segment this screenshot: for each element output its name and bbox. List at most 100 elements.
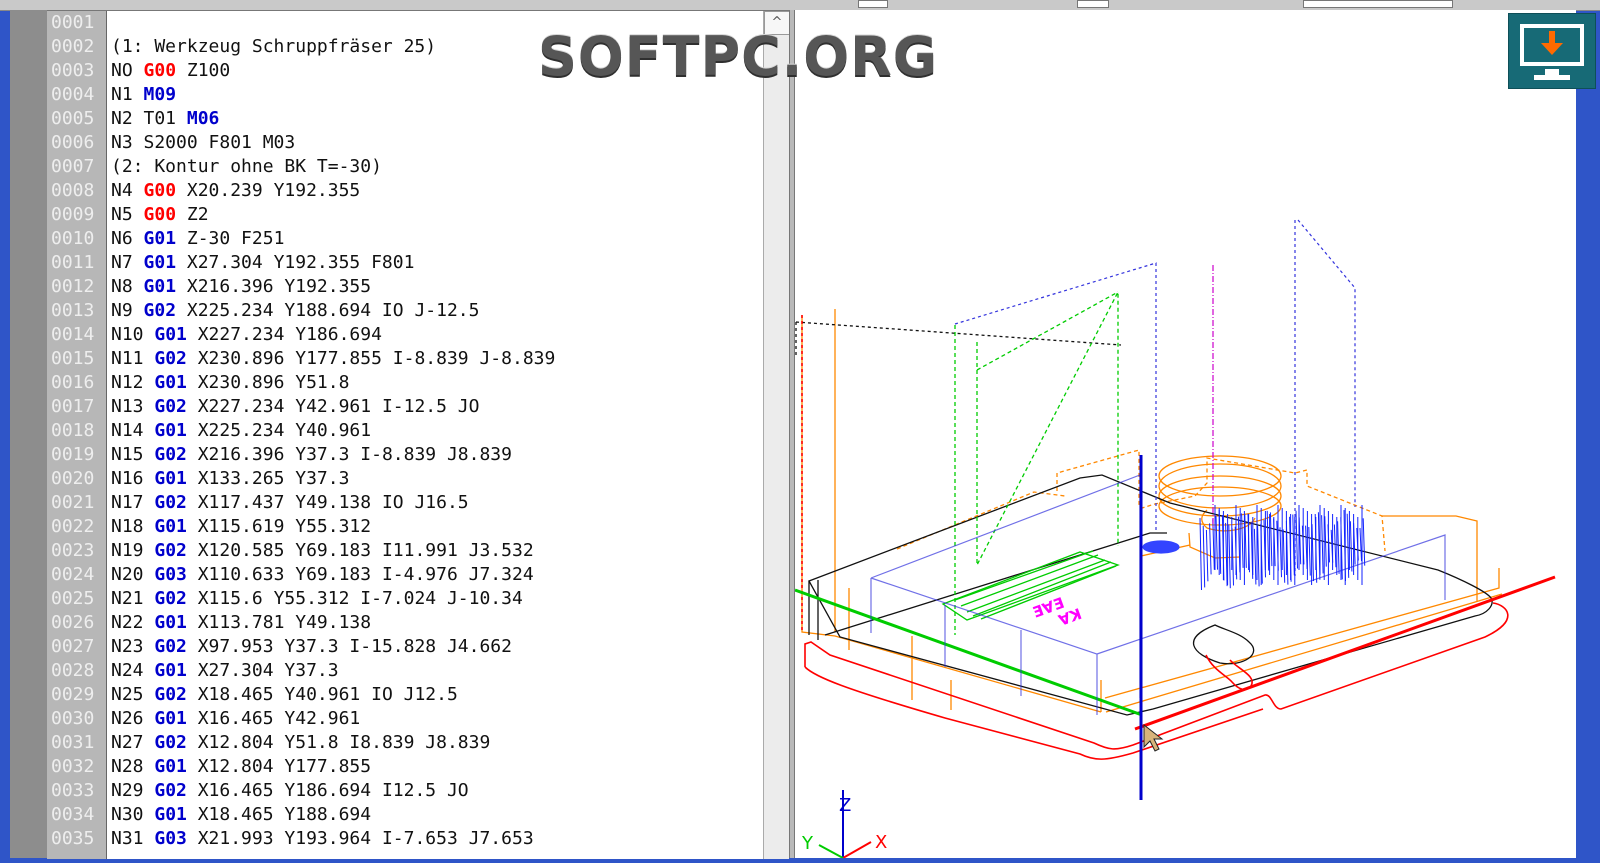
drill-line	[1305, 525, 1308, 569]
code-token: N29	[111, 780, 155, 801]
line-number: 0017	[51, 396, 95, 417]
code-line[interactable]: 0031 N27 G02 X12.804 Y51.8 I8.839 J8.839	[47, 731, 789, 755]
gcode-command: G02	[143, 300, 177, 321]
code-line[interactable]: 0018 N14 G01 X225.234 Y40.961	[47, 419, 789, 443]
code-line[interactable]: 0016 N12 G01 X230.896 Y51.8	[47, 371, 789, 395]
code-line[interactable]: 0013 N9 G02 X225.234 Y188.694 IO J-12.5	[47, 299, 789, 323]
gcode-command: G02	[154, 588, 187, 609]
code-token: N7	[111, 252, 144, 273]
code-line[interactable]: 0014 N10 G01 X227.234 Y186.694	[47, 323, 789, 347]
code-line[interactable]: 0021 N17 G02 X117.437 Y49.138 IO J16.5	[47, 491, 789, 515]
gcode-command: G02	[154, 444, 187, 465]
code-text: N3 S2000 F801 M03	[111, 131, 295, 155]
code-token: X20.239 Y192.355	[176, 180, 361, 201]
code-line[interactable]: 0015 N11 G02 X230.896 Y177.855 I-8.839 J-…	[47, 347, 789, 371]
drill-line	[1308, 527, 1311, 576]
code-token: N9	[111, 300, 144, 321]
line-number: 0003	[51, 60, 95, 81]
drill-line	[1205, 529, 1209, 582]
code-line[interactable]: 0012 N8 G01 X216.396 Y192.355	[47, 275, 789, 299]
code-token: N19	[111, 540, 155, 561]
toolpath-svg[interactable]: ƎⱯƎ Ɐꓘ	[794, 10, 1576, 859]
code-token: N30	[111, 804, 155, 825]
code-line[interactable]: 0009 N5 G00 Z2	[47, 203, 789, 227]
line-number: 0034	[51, 804, 95, 825]
code-token: X110.633 Y69.183 I-4.976 J7.324	[186, 564, 534, 585]
toolpath-3d-view[interactable]: ƎⱯƎ Ɐꓘ Z Y X	[794, 10, 1576, 859]
code-text: N7 G01 X27.304 Y192.355 F801	[111, 251, 414, 275]
toolbar-field[interactable]	[1303, 0, 1453, 8]
code-token: N20	[111, 564, 155, 585]
line-number: 0014	[51, 324, 95, 345]
code-line[interactable]: 0026 N22 G01 X113.781 Y49.138	[47, 611, 789, 635]
code-line[interactable]: 0030 N26 G01 X16.465 Y42.961	[47, 707, 789, 731]
gcode-command: G02	[154, 396, 187, 417]
code-text: N9 G02 X225.234 Y188.694 IO J-12.5	[111, 299, 479, 323]
toolbar-field[interactable]	[1077, 0, 1109, 8]
drill-line	[1359, 527, 1362, 561]
code-token: X225.234 Y40.961	[186, 420, 372, 441]
code-token: N12	[111, 372, 155, 393]
code-text: (1: Werkzeug Schruppfräser 25)	[111, 35, 436, 59]
drill-line	[1212, 519, 1215, 570]
drill-line	[1321, 515, 1324, 574]
code-line[interactable]: 0008 N4 G00 X20.239 Y192.355	[47, 179, 789, 203]
drill-line	[1279, 527, 1282, 578]
download-monitor-icon[interactable]	[1508, 13, 1596, 89]
gcode-command: G03	[154, 564, 187, 585]
gcode-command: G01	[154, 612, 187, 633]
gcode-command: G01	[154, 420, 187, 441]
vertical-scrollbar[interactable]: ^	[763, 11, 789, 859]
code-line[interactable]: 0035 N31 G03 X21.993 Y193.964 I-7.653 J7.…	[47, 827, 789, 851]
gcode-command: G02	[154, 684, 187, 705]
code-text: N4 G00 X20.239 Y192.355	[111, 179, 360, 203]
code-line[interactable]: 0019 N15 G02 X216.396 Y37.3 I-8.839 J8.83…	[47, 443, 789, 467]
toolbar-field[interactable]	[858, 0, 888, 8]
code-line[interactable]: 0011 N7 G01 X27.304 Y192.355 F801	[47, 251, 789, 275]
drill-pattern	[1199, 505, 1366, 591]
drill-line	[1237, 516, 1241, 573]
code-editor[interactable]: 0001 0002 (1: Werkzeug Schruppfräser 25) 00…	[47, 10, 789, 859]
code-text: N23 G02 X97.953 Y37.3 I-15.828 J4.662	[111, 635, 512, 659]
code-line[interactable]: 0007 (2: Kontur ohne BK T=-30)	[47, 155, 789, 179]
code-token: Z2	[176, 204, 209, 225]
code-text: N1 M09	[111, 83, 176, 107]
gcode-command: G02	[154, 636, 187, 657]
code-text: N5 G00 Z2	[111, 203, 209, 227]
code-line[interactable]: 0006 N3 S2000 F801 M03	[47, 131, 789, 155]
gcode-command: G01	[143, 252, 177, 273]
code-line[interactable]: 0024 N20 G03 X110.633 Y69.183 I-4.976 J7.…	[47, 563, 789, 587]
line-number: 0005	[51, 108, 95, 129]
engraving: ƎⱯƎ Ɐꓘ	[1030, 265, 1214, 630]
drill-line	[1215, 515, 1218, 570]
code-line[interactable]: 0005 N2 T01 M06	[47, 107, 789, 131]
code-token: X227.234 Y42.961 I-12.5 JO	[186, 396, 480, 417]
code-line[interactable]: 0033 N29 G02 X16.465 Y186.694 I12.5 JO	[47, 779, 789, 803]
line-number: 0021	[51, 492, 95, 513]
line-number: 0030	[51, 708, 95, 729]
code-token: X230.896 Y177.855 I-8.839 J-8.839	[186, 348, 556, 369]
code-line[interactable]: 0027 N23 G02 X97.953 Y37.3 I-15.828 J4.66…	[47, 635, 789, 659]
line-number: 0013	[51, 300, 95, 321]
drill-line	[1269, 512, 1273, 567]
code-line[interactable]: 0032 N28 G01 X12.804 Y177.855	[47, 755, 789, 779]
line-number: 0029	[51, 684, 95, 705]
code-line[interactable]: 0025 N21 G02 X115.6 Y55.312 I-7.024 J-10.…	[47, 587, 789, 611]
gcode-command: G01	[143, 228, 177, 249]
code-line[interactable]: 0022 N18 G01 X115.619 Y55.312	[47, 515, 789, 539]
drill-line	[1202, 525, 1206, 588]
line-number: 0027	[51, 636, 95, 657]
code-line[interactable]: 0034 N30 G01 X18.465 Y188.694	[47, 803, 789, 827]
blue-wireframe	[842, 219, 1446, 845]
code-line[interactable]: 0029 N25 G02 X18.465 Y40.961 IO J12.5	[47, 683, 789, 707]
code-line[interactable]: 0023 N19 G02 X120.585 Y69.183 I11.991 J3.…	[47, 539, 789, 563]
drill-line	[1311, 524, 1314, 582]
gcode-command: G01	[154, 708, 187, 729]
code-token: N11	[111, 348, 155, 369]
code-line[interactable]: 0010 N6 G01 Z-30 F251	[47, 227, 789, 251]
red-contour	[801, 315, 1556, 760]
code-line[interactable]: 0028 N24 G01 X27.304 Y37.3	[47, 659, 789, 683]
code-line[interactable]: 0020 N16 G01 X133.265 Y37.3	[47, 467, 789, 491]
code-token: N17	[111, 492, 155, 513]
code-line[interactable]: 0017 N13 G02 X227.234 Y42.961 I-12.5 JO	[47, 395, 789, 419]
